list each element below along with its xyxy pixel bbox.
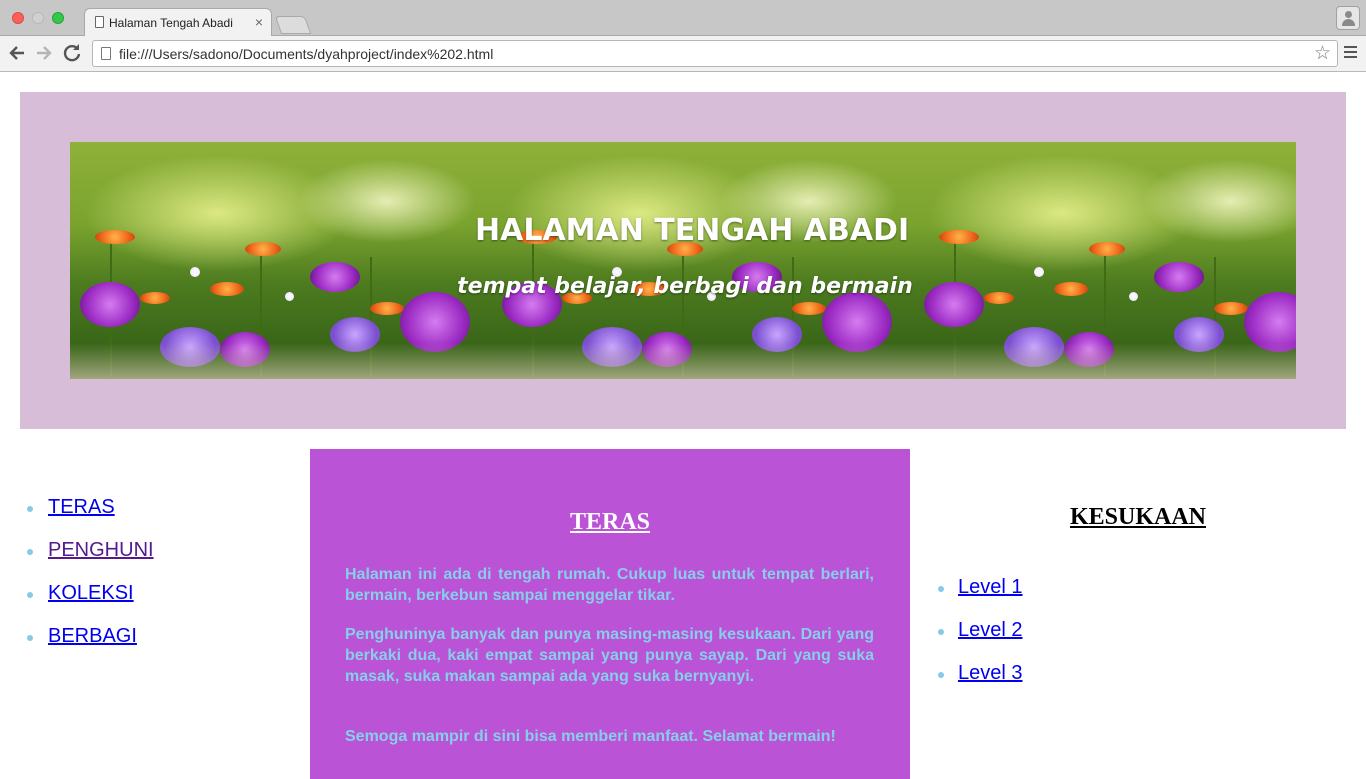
window-minimize-button[interactable] [32, 12, 44, 24]
window-close-button[interactable] [12, 12, 24, 24]
arrow-right-icon [37, 46, 52, 60]
site-header: HALAMAN TENGAH ABADI tempat belajar, ber… [20, 92, 1346, 429]
reload-icon [63, 44, 81, 62]
main-content: TERAS Halaman ini ada di tengah rumah. C… [310, 449, 910, 779]
profile-button[interactable] [1336, 6, 1360, 30]
page-icon [95, 16, 104, 28]
sidebar-link-level-2[interactable]: Level 2 [958, 619, 1023, 641]
nav-item-teras: TERAS [20, 496, 154, 539]
bookmark-star-icon[interactable]: ☆ [1314, 42, 1331, 65]
arrow-left-icon [9, 46, 24, 60]
page-icon [101, 47, 111, 60]
nav-link-koleksi[interactable]: KOLEKSI [48, 582, 134, 604]
back-button[interactable] [6, 42, 28, 64]
address-bar[interactable]: file:///Users/sadono/Documents/dyahproje… [92, 40, 1338, 67]
sidebar-item: Level 1 [938, 576, 1023, 619]
content-paragraph: Penghuninya banyak dan punya masing-masi… [345, 626, 874, 685]
sidebar-link-level-1[interactable]: Level 1 [958, 576, 1023, 598]
browser-menu-icon[interactable] [1344, 43, 1358, 63]
site-title: HALAMAN TENGAH ABADI [475, 213, 910, 248]
flower-photo-tile [492, 142, 914, 379]
sidebar-list: Level 1 Level 2 Level 3 [938, 576, 1023, 705]
flower-photo-tile [70, 142, 492, 379]
nav-list: TERAS PENGHUNI KOLEKSI BERBAGI [20, 496, 154, 668]
browser-toolbar: file:///Users/sadono/Documents/dyahproje… [0, 36, 1366, 72]
sidebar-link-level-3[interactable]: Level 3 [958, 662, 1023, 684]
content-heading: TERAS [569, 509, 651, 535]
flower-photo-tile [914, 142, 1296, 379]
nav-link-berbagi[interactable]: BERBAGI [48, 625, 137, 647]
content-paragraph: Halaman ini ada di tengah rumah. Cukup l… [345, 566, 874, 604]
nav-item-koleksi: KOLEKSI [20, 582, 154, 625]
sidebar-heading: KESUKAAN [1069, 504, 1207, 530]
nav-item-berbagi: BERBAGI [20, 625, 154, 668]
nav-link-teras[interactable]: TERAS [48, 496, 115, 518]
content-paragraph: Semoga mampir di sini bisa memberi manfa… [345, 728, 836, 745]
tab-title: Halaman Tengah Abadi [109, 16, 233, 30]
reload-button[interactable] [61, 42, 83, 64]
site-subtitle: tempat belajar, berbagi dan bermain [457, 274, 913, 299]
banner-image [70, 142, 1296, 379]
sidebar-item: Level 2 [938, 619, 1023, 662]
nav-item-penghuni: PENGHUNI [20, 539, 154, 582]
window-maximize-button[interactable] [52, 12, 64, 24]
new-tab-button[interactable] [274, 16, 312, 34]
browser-tab[interactable]: Halaman Tengah Abadi × [84, 8, 272, 36]
sidebar-item: Level 3 [938, 662, 1023, 705]
nav-link-penghuni[interactable]: PENGHUNI [48, 539, 154, 561]
browser-titlebar: Halaman Tengah Abadi × [0, 0, 1366, 36]
forward-button[interactable] [33, 42, 55, 64]
user-icon [1345, 11, 1352, 18]
url-text: file:///Users/sadono/Documents/dyahproje… [119, 46, 494, 62]
tab-close-icon[interactable]: × [255, 14, 263, 30]
